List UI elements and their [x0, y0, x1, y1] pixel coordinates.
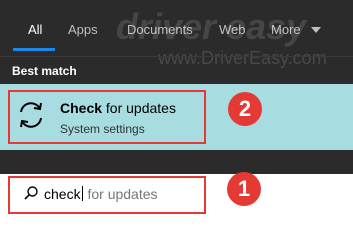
active-tab-indicator — [13, 48, 55, 51]
tab-documents[interactable]: Documents — [127, 22, 193, 37]
callout-badge-1: 1 — [227, 172, 261, 206]
search-suggestion: for updates — [83, 186, 158, 202]
tab-all[interactable]: All — [28, 22, 42, 37]
best-match-result[interactable]: Check for updates System settings — [0, 84, 353, 150]
tab-more[interactable]: More — [271, 22, 301, 37]
result-title-bold: Check — [60, 100, 103, 116]
tab-bar: All Apps Documents Web More — [0, 0, 353, 56]
chevron-down-icon[interactable] — [311, 27, 321, 33]
result-title: Check for updates — [60, 100, 176, 116]
tab-web[interactable]: Web — [219, 22, 246, 37]
best-match-label: Best match — [12, 64, 77, 78]
search-typed-text: check — [44, 186, 81, 202]
result-subtitle: System settings — [60, 122, 145, 136]
divider — [0, 56, 353, 57]
sync-icon — [20, 102, 42, 128]
text-caret — [81, 186, 83, 201]
search-input[interactable]: check for updates — [44, 186, 158, 202]
result-title-rest: for updates — [102, 100, 176, 116]
search-panel: All Apps Documents Web More driver easy … — [0, 0, 353, 172]
callout-badge-2: 2 — [228, 92, 262, 126]
search-icon — [24, 186, 38, 200]
tab-apps[interactable]: Apps — [68, 22, 98, 37]
